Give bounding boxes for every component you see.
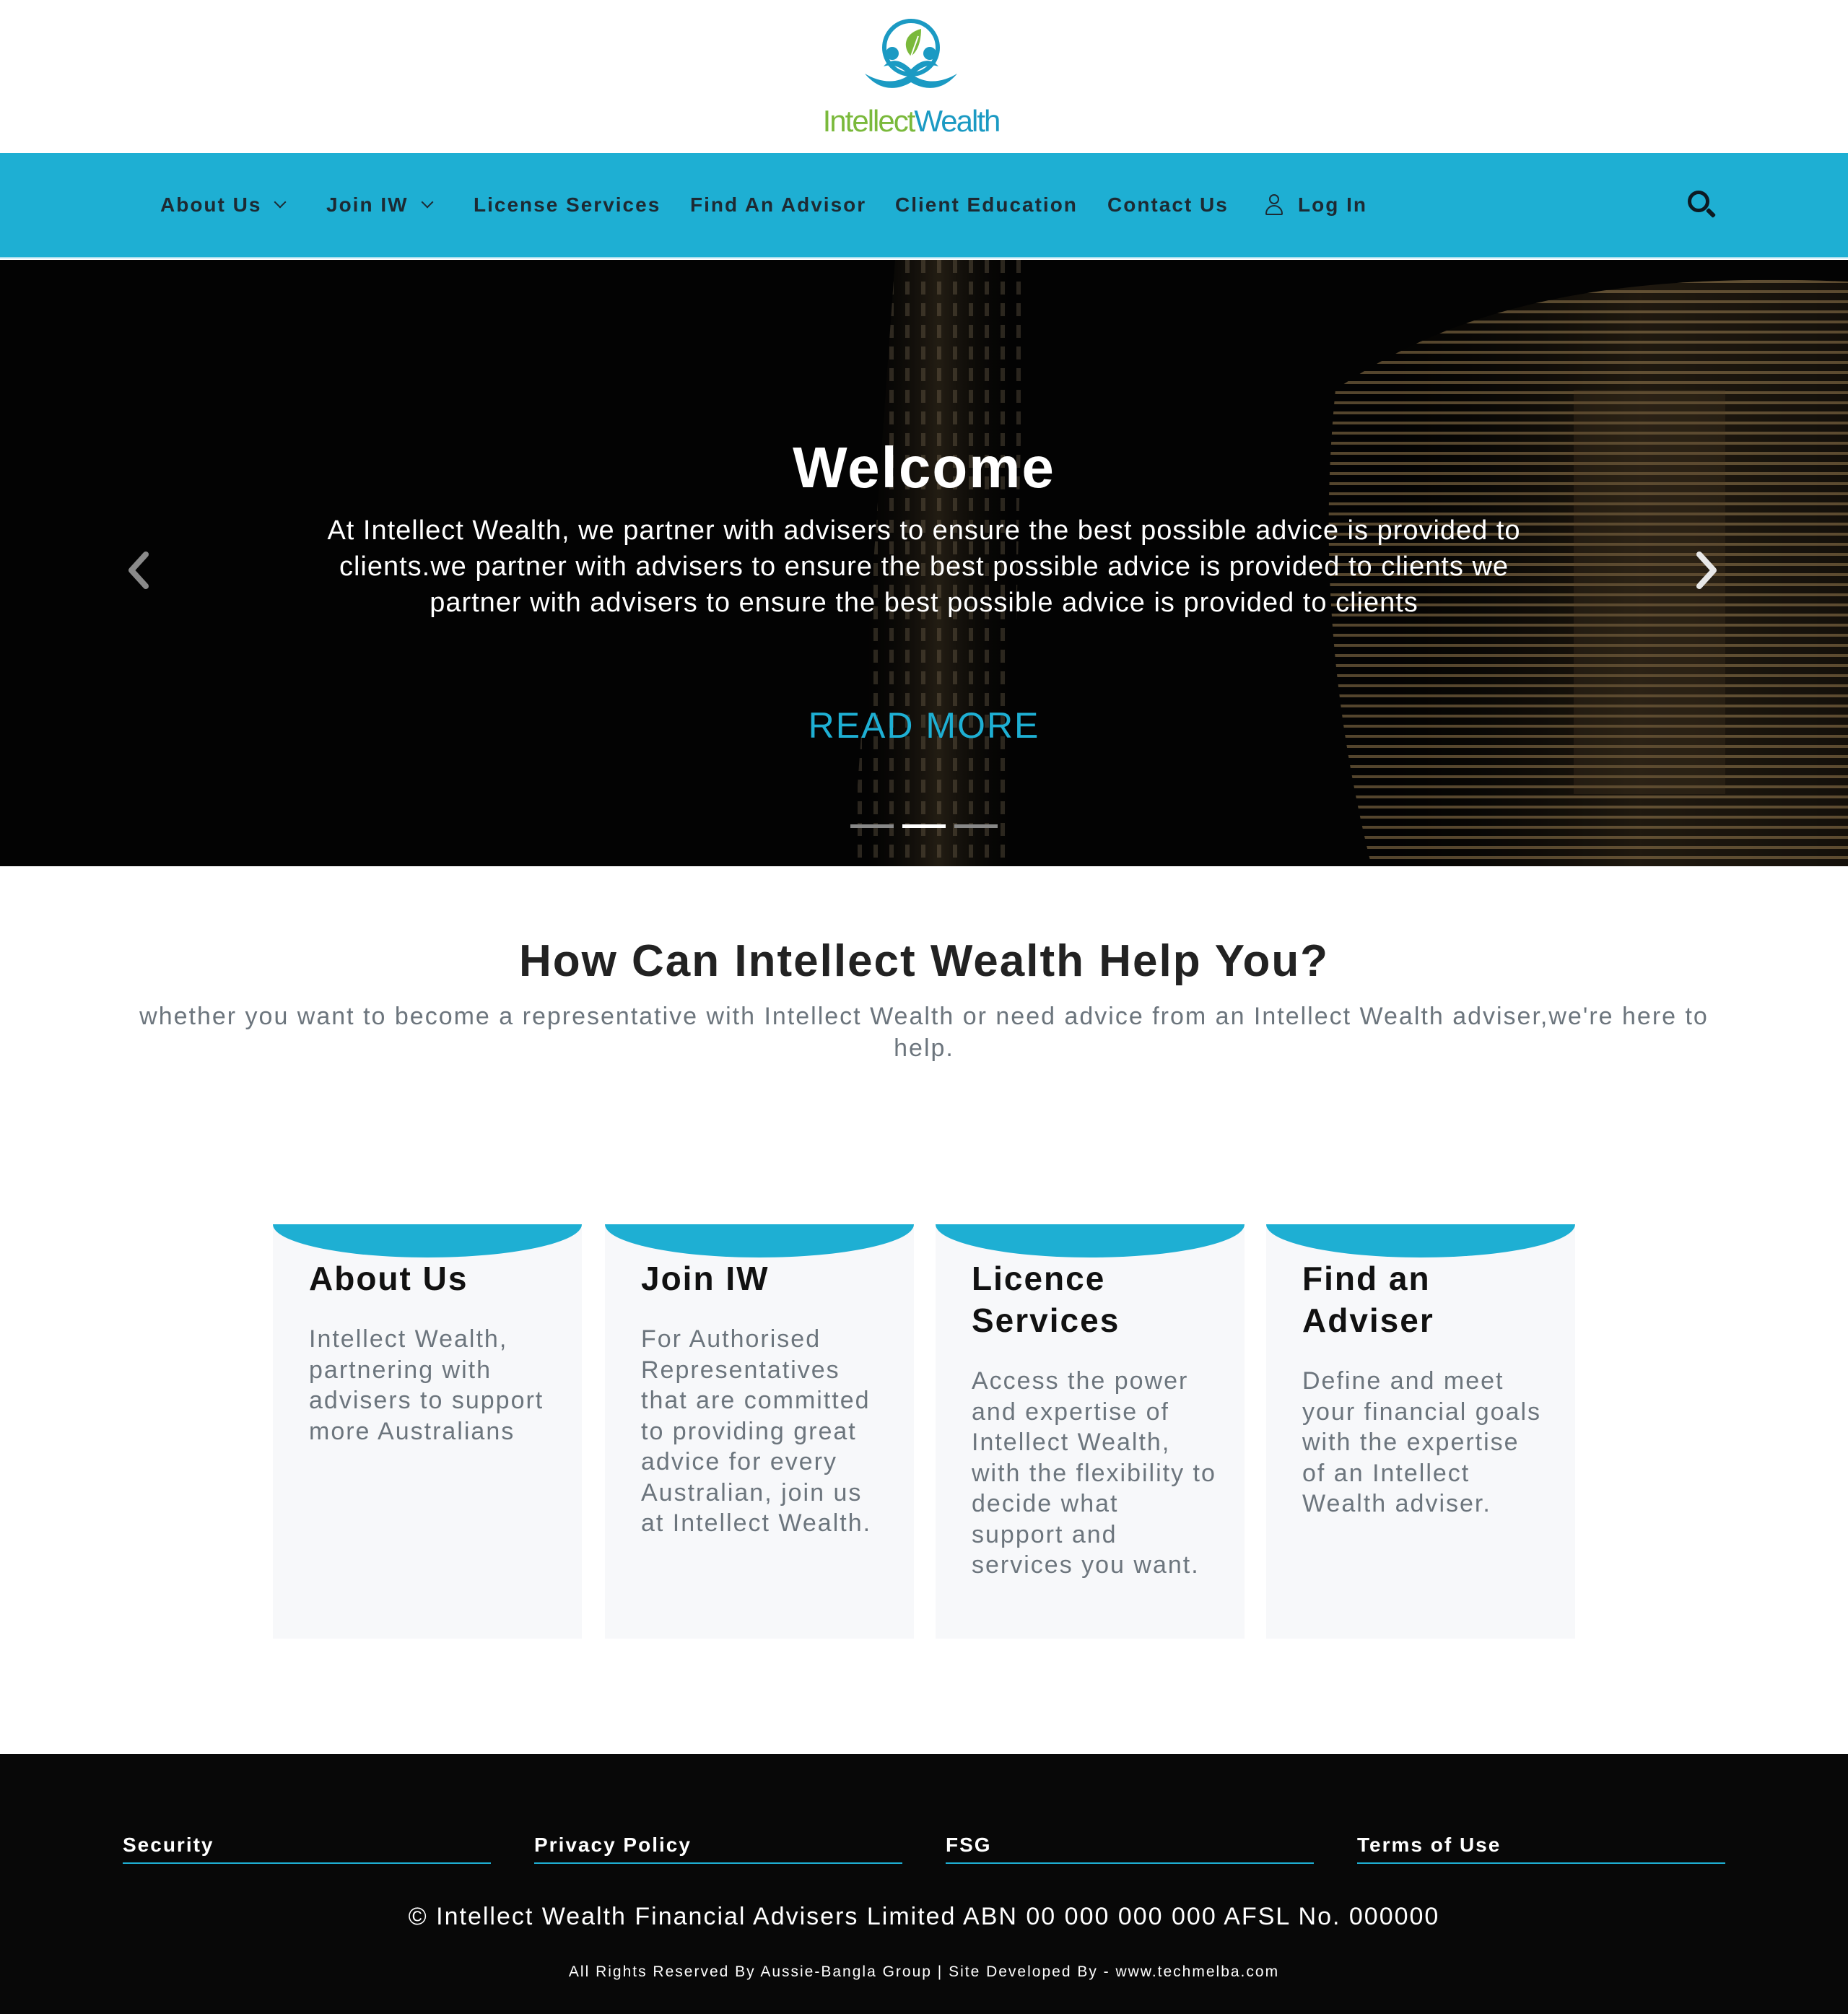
footer-link-terms-of-use[interactable]: Terms of Use xyxy=(1357,1834,1725,1864)
hero-carousel: Welcome At Intellect Wealth, we partner … xyxy=(0,260,1848,866)
card-cap xyxy=(273,1224,582,1257)
carousel-indicator[interactable] xyxy=(850,824,894,828)
card-title: Licence Services xyxy=(972,1260,1120,1339)
card-text: Access the power and expertise of Intell… xyxy=(972,1367,1216,1579)
card-title: About Us xyxy=(309,1260,468,1297)
copyright-text: © Intellect Wealth Financial Advisers Li… xyxy=(408,1903,1440,1930)
chevron-down-icon xyxy=(421,196,434,209)
card-cap xyxy=(605,1224,914,1257)
help-section-title: How Can Intellect Wealth Help You? xyxy=(518,936,1330,986)
hero-text: At Intellect Wealth, we partner with adv… xyxy=(327,515,1521,618)
read-more-button[interactable]: READ MORE xyxy=(780,705,1068,746)
nav-contact-us[interactable]: Contact Us xyxy=(1107,193,1229,217)
nav-join-iw[interactable]: Join IW xyxy=(326,193,434,217)
site-logo[interactable]: IntellectWealth xyxy=(814,16,1008,139)
logo-mark-icon xyxy=(865,19,957,88)
credits-text: All Rights Reserved By Aussie-Bangla Gro… xyxy=(568,1963,1280,1980)
card-text: For Authorised Representatives that are … xyxy=(641,1325,872,1537)
nav-join-iw-label: Join IW xyxy=(326,193,409,216)
nav-about-us-label: About Us xyxy=(160,193,262,216)
card-licence-services[interactable]: Licence Services Access the power and ex… xyxy=(936,1224,1245,1639)
hero-title: Welcome xyxy=(793,435,1055,500)
footer-link-privacy-policy[interactable]: Privacy Policy xyxy=(534,1834,902,1864)
carousel-next-arrow-icon[interactable] xyxy=(1692,549,1721,592)
user-icon xyxy=(1265,194,1283,216)
nav-license-services[interactable]: License Services xyxy=(474,193,661,217)
main-navbar: About Us Join IW License Services Find A… xyxy=(0,153,1848,258)
help-section-subtitle: whether you want to become a representat… xyxy=(139,1003,1709,1062)
carousel-prev-arrow-icon[interactable] xyxy=(124,549,153,592)
card-cap xyxy=(1266,1224,1575,1257)
search-icon[interactable] xyxy=(1688,191,1717,219)
card-cap xyxy=(936,1224,1245,1257)
carousel-indicator[interactable] xyxy=(954,824,998,828)
nav-about-us[interactable]: About Us xyxy=(160,193,287,217)
footer-link-fsg[interactable]: FSG xyxy=(946,1834,1314,1864)
card-join-iw[interactable]: Join IW For Authorised Representatives t… xyxy=(605,1224,914,1639)
nav-find-an-advisor[interactable]: Find An Advisor xyxy=(690,193,866,217)
site-footer: Security Privacy Policy FSG Terms of Use… xyxy=(0,1754,1848,2014)
card-title: Find an Adviser xyxy=(1302,1260,1434,1339)
footer-link-security[interactable]: Security xyxy=(123,1834,491,1864)
card-title: Join IW xyxy=(641,1260,770,1297)
card-text: Define and meet your financial goals wit… xyxy=(1302,1367,1542,1517)
carousel-indicators xyxy=(850,824,998,828)
nav-log-in-label: Log In xyxy=(1298,193,1367,216)
card-about-us[interactable]: About Us Intellect Wealth, partnering wi… xyxy=(273,1224,582,1639)
carousel-indicator-active[interactable] xyxy=(902,824,946,828)
chevron-down-icon xyxy=(274,196,287,209)
nav-log-in[interactable]: Log In xyxy=(1265,193,1367,217)
card-text: Intellect Wealth, partnering with advise… xyxy=(309,1325,544,1445)
site-header: IntellectWealth xyxy=(0,0,1848,153)
logo-wordmark: IntellectWealth xyxy=(822,104,1001,138)
nav-client-education[interactable]: Client Education xyxy=(895,193,1078,217)
card-find-an-adviser[interactable]: Find an Adviser Define and meet your fin… xyxy=(1266,1224,1575,1639)
